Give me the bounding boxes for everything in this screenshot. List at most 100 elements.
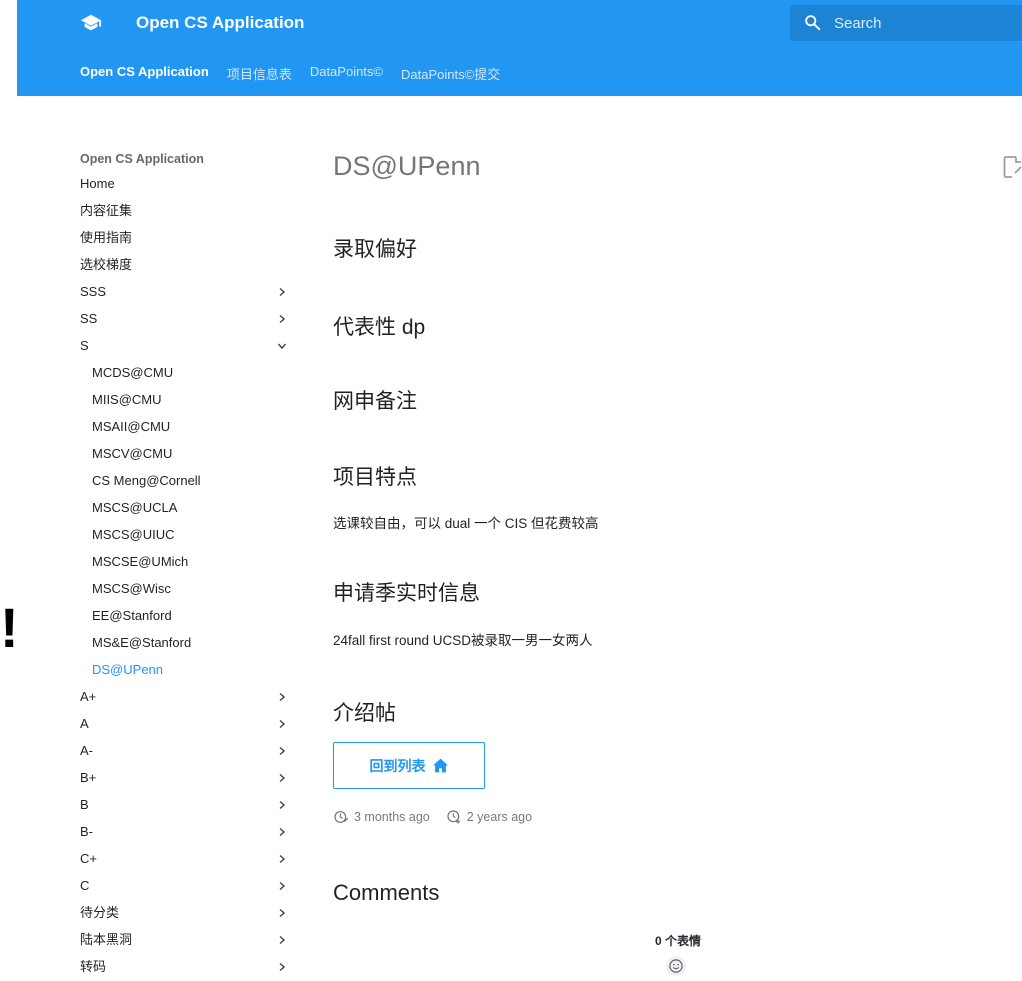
sidebar-item-label: MIIS@CMU: [92, 392, 162, 407]
sidebar-item-label: 内容征集: [80, 203, 133, 218]
sidebar-list: Home 内容征集 使用指南 选校梯度 SSS SS S MCDS@CMU MIIS@CMU MS…: [80, 170, 300, 980]
back-to-list-label: 回到列表: [369, 757, 426, 774]
chevron-down-icon[interactable]: [277, 341, 287, 351]
tab-project-info[interactable]: 项目信息表: [227, 64, 292, 83]
sidebar-item-mscs-uiuc[interactable]: MSCS@UIUC: [80, 521, 300, 548]
sidebar-item-ms-e-stanford[interactable]: MS&E@Stanford: [80, 629, 300, 656]
created-time: 2 years ago: [466, 810, 533, 824]
program-features-text: 选课较自由，可以 dual 一个 CIS 但花费较高: [333, 516, 599, 531]
tab-datapoints[interactable]: DataPoints©: [310, 64, 383, 83]
sidebar-item-label: MSAII@CMU: [92, 419, 171, 434]
sidebar-item-sss[interactable]: SSS: [80, 278, 300, 305]
smiley-icon: [669, 959, 683, 973]
sidebar-item-a[interactable]: A+: [80, 683, 300, 710]
sidebar-item-label: CS Meng@Cornell: [92, 473, 201, 488]
sidebar-item-item-27[interactable]: 待分类: [80, 899, 300, 926]
search-icon: [805, 15, 821, 31]
chevron-right-icon[interactable]: [277, 827, 287, 837]
search-box[interactable]: [790, 5, 1022, 41]
search-input[interactable]: [834, 5, 1014, 41]
sidebar-item-item-3[interactable]: 选校梯度: [80, 251, 300, 278]
chevron-right-icon[interactable]: [277, 854, 287, 864]
chevron-right-icon[interactable]: [277, 773, 287, 783]
chevron-right-icon[interactable]: [277, 881, 287, 891]
sidebar-item-label: B-: [80, 824, 93, 839]
sidebar-item-ds-upenn[interactable]: DS@UPenn: [80, 656, 300, 683]
sidebar-item-b[interactable]: B: [80, 791, 300, 818]
sidebar-item-label: B: [80, 797, 89, 812]
sidebar-item-a[interactable]: A-: [80, 737, 300, 764]
sidebar-item-item-29[interactable]: 转码: [80, 953, 300, 980]
sidebar-item-label: MSCS@UIUC: [92, 527, 175, 542]
sidebar-item-mcds-cmu[interactable]: MCDS@CMU: [80, 359, 300, 386]
chevron-right-icon[interactable]: [277, 800, 287, 810]
sidebar-item-label: A: [80, 716, 89, 731]
sidebar-item-ss[interactable]: SS: [80, 305, 300, 332]
sidebar-item-label: A+: [80, 689, 97, 704]
clock-edit-icon: [334, 811, 349, 823]
sidebar-item-label: MSCSE@UMich: [92, 554, 189, 569]
sidebar-item-label: A-: [80, 743, 93, 758]
chevron-right-icon[interactable]: [277, 314, 287, 324]
sidebar-item-b[interactable]: B+: [80, 764, 300, 791]
chevron-right-icon[interactable]: [277, 746, 287, 756]
sidebar-item-item-28[interactable]: 陆本黑洞: [80, 926, 300, 953]
heading-representative-dp: 代表性 dp: [333, 316, 426, 339]
heading-realtime-info: 申请季实时信息: [333, 582, 480, 605]
add-reaction-button[interactable]: [666, 956, 686, 976]
sidebar-item-label: 使用指南: [80, 230, 133, 245]
updated-time: 3 months ago: [354, 810, 430, 824]
reactions-count: 0 个表情: [655, 934, 702, 948]
sidebar-item-label: 待分类: [80, 905, 120, 920]
home-icon: [432, 758, 448, 773]
sidebar-item-label: C+: [80, 851, 97, 866]
heading-admission-preference: 录取偏好: [333, 238, 417, 261]
sidebar-item-a[interactable]: A: [80, 710, 300, 737]
chevron-right-icon[interactable]: [277, 962, 287, 972]
sidebar-item-label: B+: [80, 770, 97, 785]
sidebar-item-home[interactable]: Home: [80, 170, 300, 197]
chevron-right-icon[interactable]: [277, 287, 287, 297]
back-to-list-button[interactable]: 回到列表: [333, 742, 485, 789]
tab-datapoints-submit[interactable]: DataPoints©提交: [401, 64, 500, 83]
sidebar-item-label: DS@UPenn: [92, 662, 164, 677]
sidebar-item-mscv-cmu[interactable]: MSCV@CMU: [80, 440, 300, 467]
sidebar-item-msaii-cmu[interactable]: MSAII@CMU: [80, 413, 300, 440]
tab-open-cs-application[interactable]: Open CS Application: [80, 64, 209, 83]
heading-intro-post: 介绍帖: [333, 702, 396, 725]
sidebar-item-s[interactable]: S: [80, 332, 300, 359]
exclamation-glyph: !: [0, 596, 19, 659]
sidebar-item-ee-stanford[interactable]: EE@Stanford: [80, 602, 300, 629]
sidebar-item-cs-meng-cornell[interactable]: CS Meng@Cornell: [80, 467, 300, 494]
heading-application-notes: 网申备注: [333, 390, 417, 413]
sidebar-item-label: MS&E@Stanford: [92, 635, 192, 650]
sidebar-item-label: Home: [80, 176, 115, 191]
site-title[interactable]: Open CS Application: [136, 13, 304, 33]
sidebar-item-item-1[interactable]: 内容征集: [80, 197, 300, 224]
sidebar-nav: Open CS Application Home 内容征集 使用指南 选校梯度 SSS S…: [80, 148, 300, 980]
chevron-right-icon[interactable]: [277, 692, 287, 702]
sidebar-item-c[interactable]: C+: [80, 845, 300, 872]
chevron-right-icon[interactable]: [277, 719, 287, 729]
chevron-right-icon[interactable]: [277, 935, 287, 945]
sidebar-item-label: MSCV@CMU: [92, 446, 173, 461]
sidebar-item-mscs-ucla[interactable]: MSCS@UCLA: [80, 494, 300, 521]
sidebar-item-label: SS: [80, 311, 98, 326]
edit-page-icon[interactable]: [1003, 156, 1022, 178]
graduation-cap-icon[interactable]: [80, 13, 102, 33]
sidebar-item-label: 转码: [80, 959, 107, 974]
sidebar-item-b[interactable]: B-: [80, 818, 300, 845]
sidebar-item-mscse-umich[interactable]: MSCSE@UMich: [80, 548, 300, 575]
site-header: Open CS Application Open CS Application …: [17, 0, 1022, 96]
realtime-info-text: 24fall first round UCSD被录取一男一女两人: [333, 633, 593, 648]
clock-plus-icon: [447, 810, 460, 824]
sidebar-item-label: MSCS@Wisc: [92, 581, 171, 596]
sidebar-item-item-2[interactable]: 使用指南: [80, 224, 300, 251]
sidebar-item-label: 选校梯度: [80, 257, 133, 272]
sidebar-item-miis-cmu[interactable]: MIIS@CMU: [80, 386, 300, 413]
sidebar-item-mscs-wisc[interactable]: MSCS@Wisc: [80, 575, 300, 602]
sidebar-item-c[interactable]: C: [80, 872, 300, 899]
sidebar-item-label: C: [80, 878, 90, 893]
sidebar-item-label: SSS: [80, 284, 107, 299]
chevron-right-icon[interactable]: [277, 908, 287, 918]
